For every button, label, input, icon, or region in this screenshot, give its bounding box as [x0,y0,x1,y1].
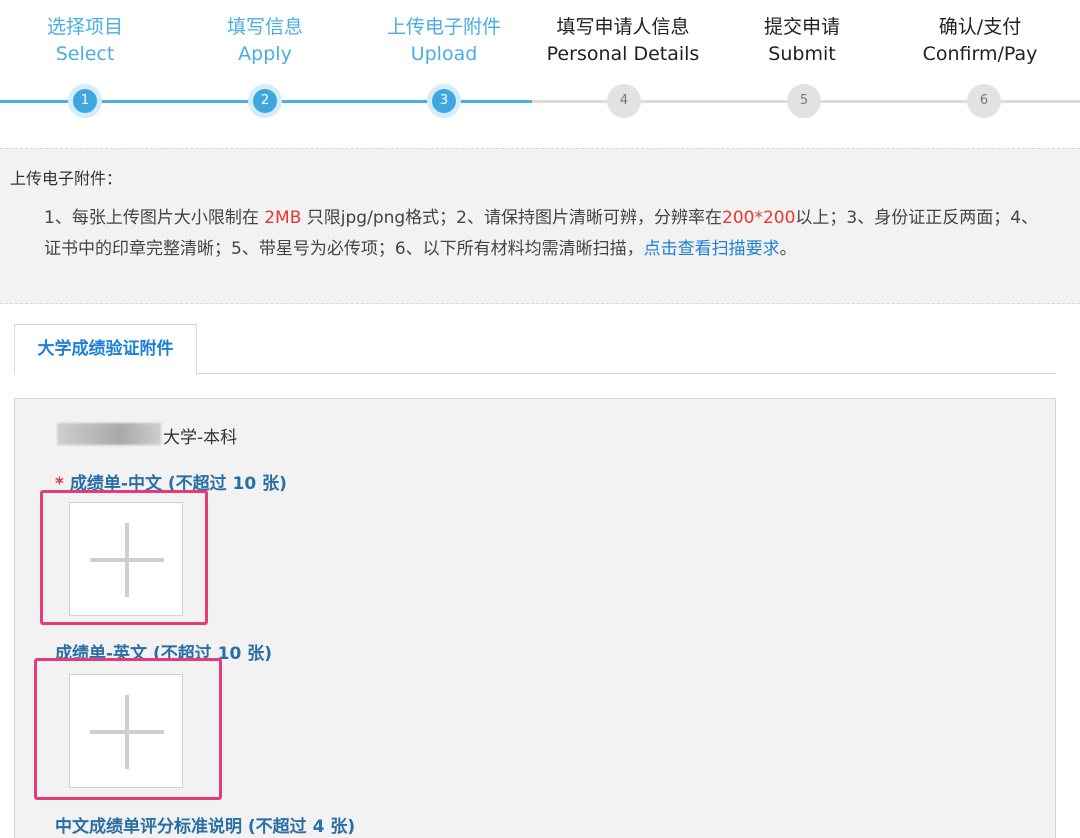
step-apply-label: 填写信息 Apply [175,14,355,68]
step-select-label: 选择项目 Select [0,14,175,68]
plus-icon [125,695,129,769]
step-en-label: Upload [410,43,478,65]
notice-title: 上传电子附件： [10,169,123,188]
redacted-university-name [57,423,161,445]
step-personal-details-label: 填写申请人信息 Personal Details [533,14,713,68]
step-confirm-pay-label: 确认/支付 Confirm/Pay [890,14,1070,68]
step-upload-label: 上传电子附件 Upload [354,14,534,68]
step-cn-label: 选择项目 [46,16,123,38]
step-en-label: Apply [238,43,292,65]
field-label-grading-standard: 中文成绩单评分标准说明 (不超过 4 张) [55,812,355,837]
step-en-label: Select [55,43,115,65]
step-submit-label: 提交申请 Submit [712,14,892,68]
size-limit-value: 2MB [264,208,302,228]
attachment-tabs: 大学成绩验证附件 [14,324,1056,374]
tab-university-transcript[interactable]: 大学成绩验证附件 [14,324,197,374]
notice-text: 只限jpg/png格式；2、请保持图片清晰可辨，分辨率在 [301,208,722,228]
step-en-label: Confirm/Pay [922,43,1038,65]
step-cn-label: 填写信息 [226,16,303,38]
step-number: 2 [253,89,277,113]
progress-stepper: 选择项目 Select 1 填写信息 Apply 2 上传电子附件 Upload… [0,0,1080,140]
step-6-indicator: 6 [967,84,1001,118]
step-cn-label: 确认/支付 [938,16,1022,38]
upload-panel: 大学-本科 * 成绩单-中文 (不超过 10 张) 成绩单-英文 (不超过 10 … [14,398,1056,838]
step-en-label: Personal Details [546,43,700,65]
step-2-indicator: 2 [248,84,282,118]
step-number: 1 [73,89,97,113]
scan-requirements-link[interactable]: 点击查看扫描要求 [644,239,780,259]
resolution-value: 200*200 [722,208,796,228]
upload-transcript-english-button[interactable] [69,674,183,788]
notice-text: 1、每张上传图片大小限制在 [44,208,265,228]
university-degree-label: 大学-本科 [163,428,238,448]
step-cn-label: 上传电子附件 [386,16,501,38]
upload-transcript-chinese-button[interactable] [69,502,183,616]
step-cn-label: 填写申请人信息 [556,16,690,38]
step-4-indicator: 4 [607,84,641,118]
step-5-indicator: 5 [787,84,821,118]
step-en-label: Submit [768,43,836,65]
step-number: 5 [792,89,816,113]
step-number: 3 [432,89,456,113]
step-number: 6 [972,89,996,113]
step-cn-label: 提交申请 [763,16,840,38]
step-1-indicator: 1 [68,84,102,118]
notice-body: 1、每张上传图片大小限制在 2MB 只限jpg/png格式；2、请保持图片清晰可… [44,203,1054,265]
step-3-indicator: 3 [427,84,461,118]
step-number: 4 [612,89,636,113]
upload-notice: 上传电子附件： 1、每张上传图片大小限制在 2MB 只限jpg/png格式；2、… [0,148,1080,304]
notice-text: 。 [779,239,797,259]
field-label-text: 中文成绩单评分标准说明 (不超过 4 张) [55,817,356,837]
plus-icon [125,523,129,597]
